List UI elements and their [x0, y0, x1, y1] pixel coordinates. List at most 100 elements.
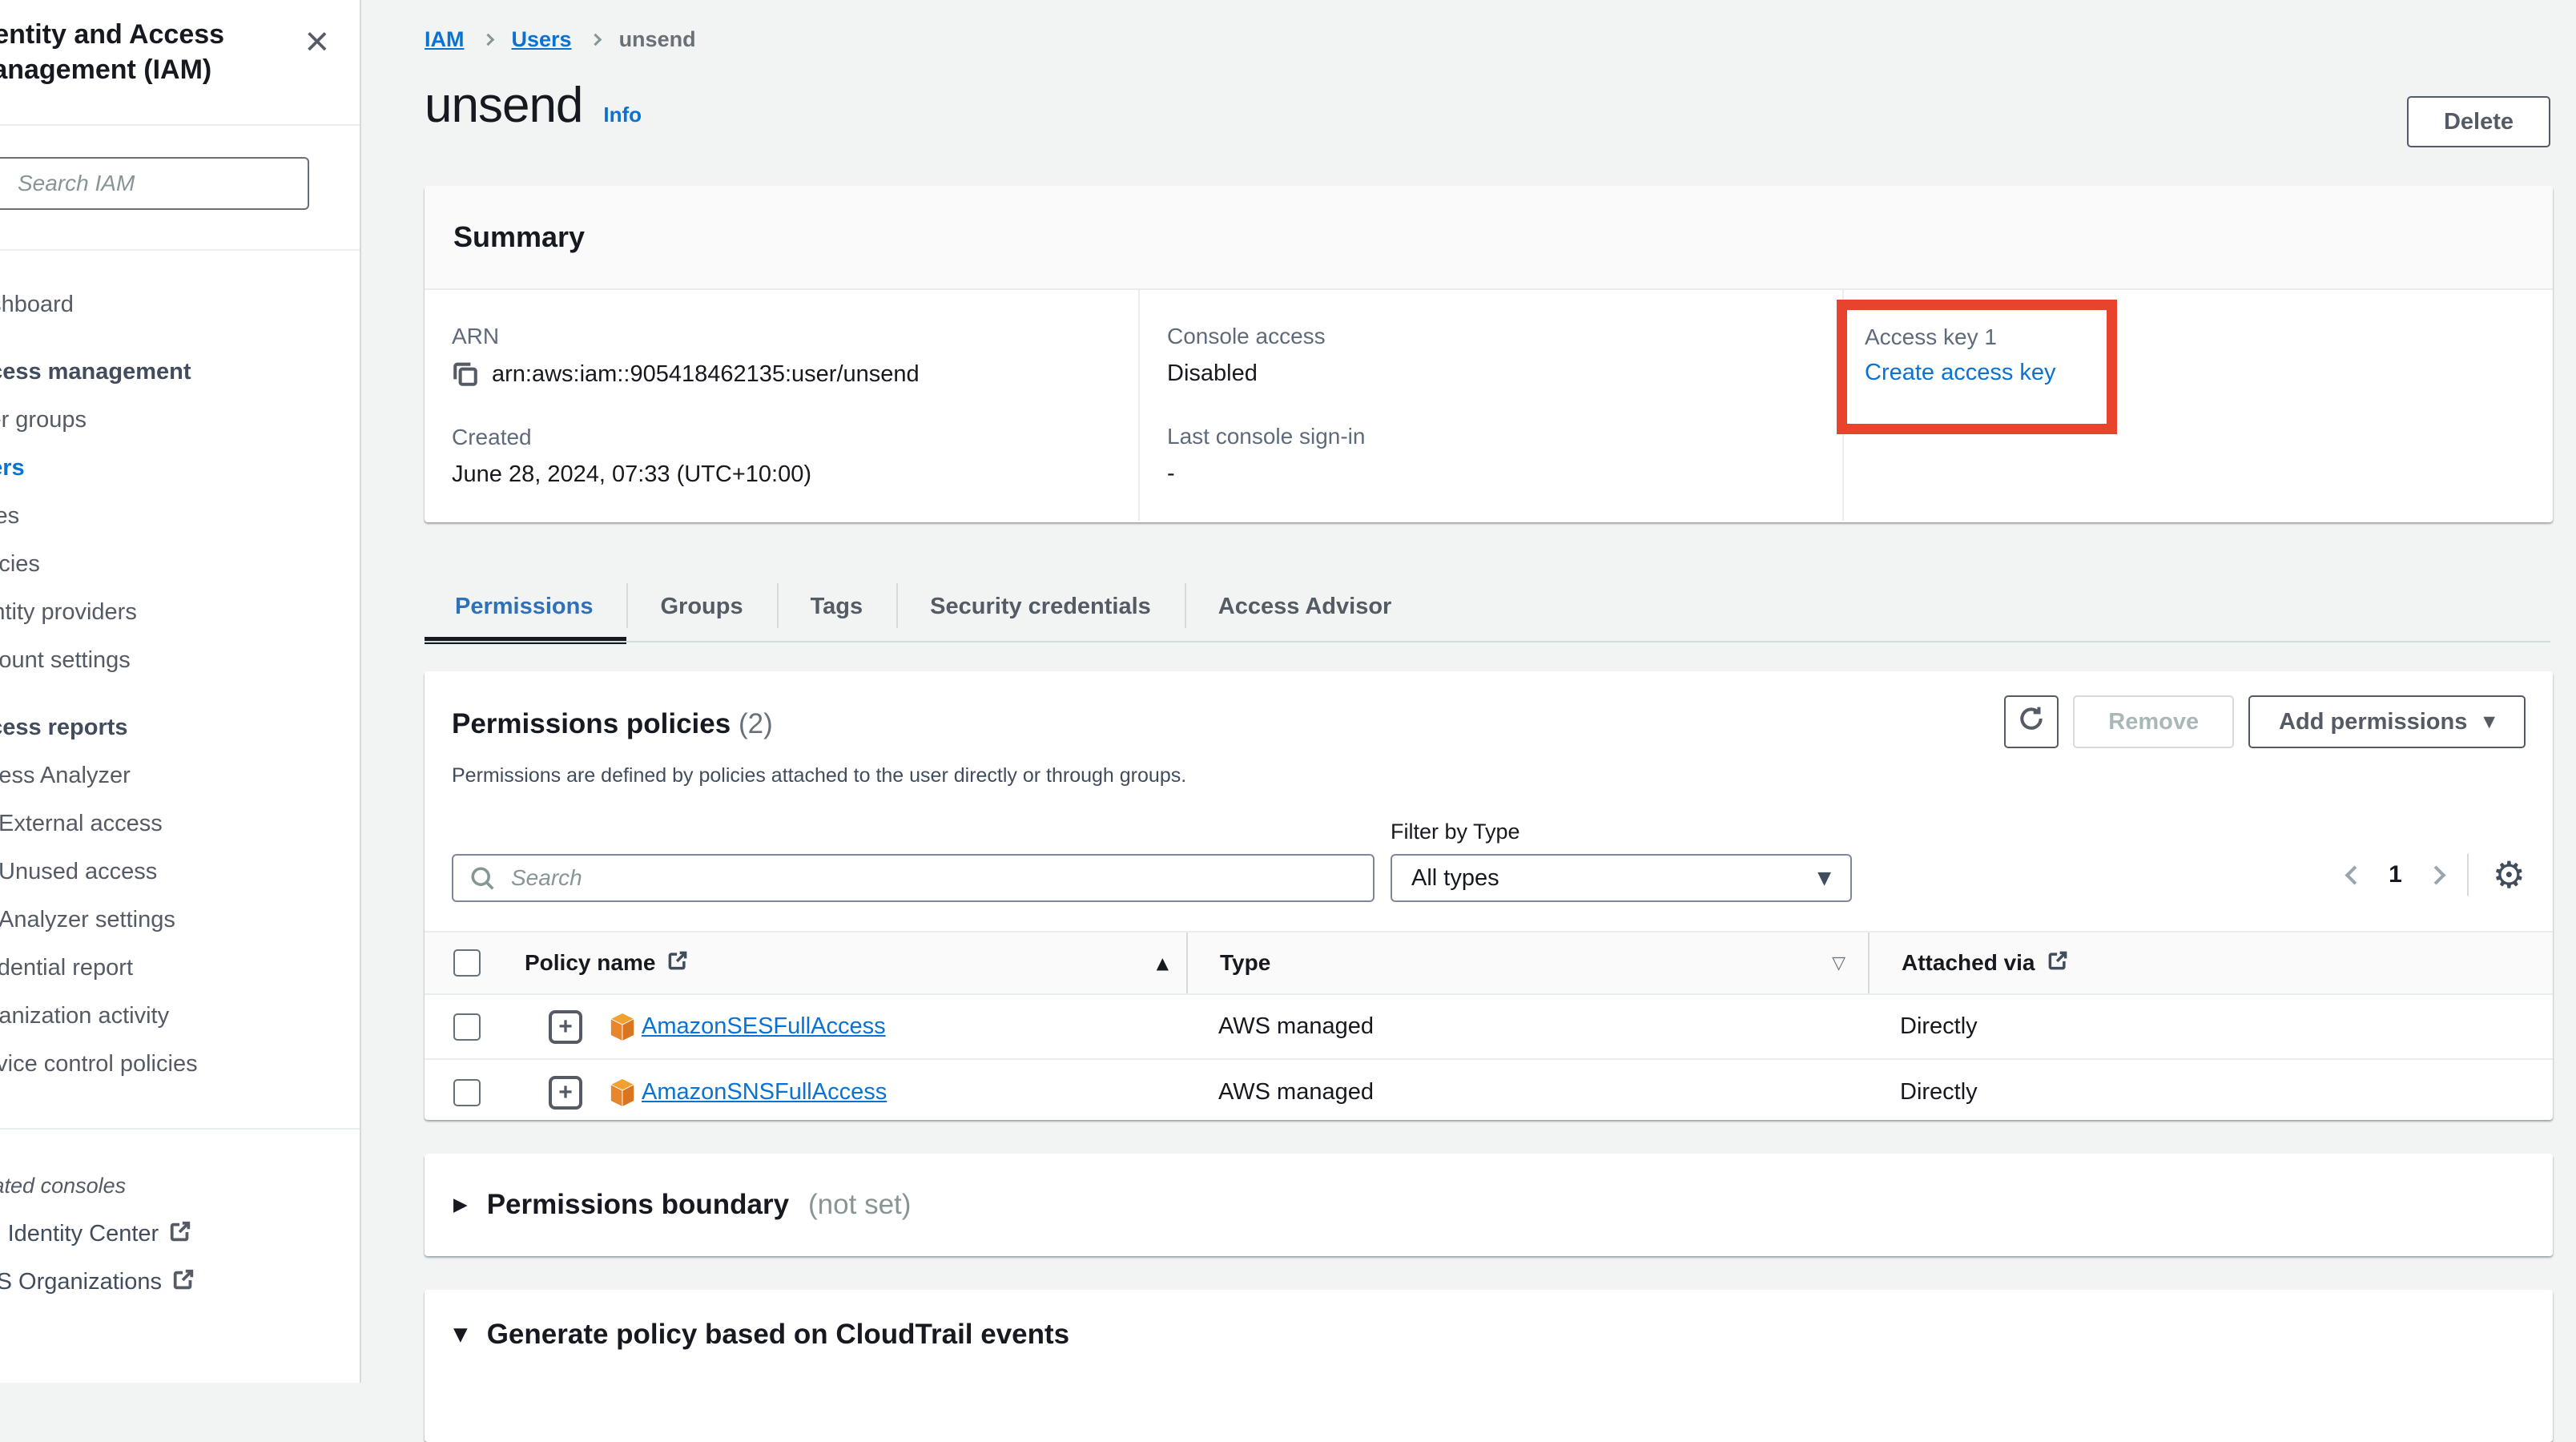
permissions-policies-card: Permissions policies (2) Remove Add perm…: [425, 671, 2553, 1120]
page-header: unsend Info: [425, 77, 642, 134]
policy-type: AWS managed: [1218, 1013, 1374, 1040]
table-row: + AmazonSNSFullAccess AWS managed Direct…: [425, 1060, 2553, 1125]
permissions-policies-description: Permissions are defined by policies atta…: [425, 764, 2553, 787]
external-link-icon: [168, 1212, 192, 1260]
sidebar-item-identity-providers[interactable]: Identity providers: [0, 588, 361, 636]
policy-link[interactable]: AmazonSNSFullAccess: [642, 1079, 887, 1106]
iam-sidebar: Identity and Access Management (IAM) × D…: [0, 0, 361, 1383]
policy-attached-via: Directly: [1900, 1013, 1978, 1040]
sidebar-item-credential-report[interactable]: Credential report: [0, 944, 361, 992]
main-content: IAM Users unsend unsend Info Delete Summ…: [363, 0, 2576, 1383]
chevron-down-icon: ▼: [2483, 713, 2495, 731]
arn-label: ARN: [452, 324, 1138, 349]
sort-ascending-icon[interactable]: ▲: [1157, 953, 1169, 973]
summary-header: Summary: [425, 186, 2553, 290]
sidebar-item-dashboard[interactable]: Dashboard: [0, 280, 361, 328]
sidebar-link-iam-identity-center[interactable]: IAM Identity Center: [0, 1210, 361, 1258]
generate-policy-card[interactable]: ▼ Generate policy based on CloudTrail ev…: [425, 1290, 2553, 1442]
console-access-value: Disabled: [1167, 360, 1842, 387]
sort-icon[interactable]: ▽: [1832, 953, 1845, 973]
page-number[interactable]: 1: [2389, 861, 2402, 888]
sidebar-title: Identity and Access Management (IAM): [0, 18, 346, 87]
sidebar-related-consoles: Related consoles IAM Identity Center AWS…: [0, 1162, 361, 1306]
filter-row: Filter by Type All types ▼ 1 ⚙: [425, 820, 2553, 902]
tab-access-advisor[interactable]: Access Advisor: [1185, 574, 1426, 639]
tab-security-credentials[interactable]: Security credentials: [896, 574, 1185, 639]
breadcrumb-users-link[interactable]: Users: [512, 27, 572, 52]
add-permissions-button[interactable]: Add permissions▼: [2248, 695, 2526, 748]
external-link-icon: [171, 1260, 195, 1308]
gear-icon[interactable]: ⚙: [2493, 856, 2526, 893]
search-icon: [469, 865, 495, 896]
sidebar-divider: [0, 249, 360, 251]
arn-value: arn:aws:iam::905418462135:user/unsend: [492, 361, 920, 388]
create-access-key-link[interactable]: Create access key: [1865, 360, 2056, 385]
info-link[interactable]: Info: [603, 103, 642, 127]
row-checkbox[interactable]: [453, 1079, 481, 1106]
summary-body: ARN arn:aws:iam::905418462135:user/unsen…: [425, 290, 2553, 521]
policy-attached-via: Directly: [1900, 1079, 1978, 1106]
detail-tabs: Permissions Groups Tags Security credent…: [425, 574, 1425, 639]
related-consoles-heading: Related consoles: [0, 1162, 361, 1210]
sidebar-item-access-analyzer[interactable]: Access Analyzer: [0, 751, 361, 800]
last-signin-field: Last console sign-in -: [1167, 424, 1842, 487]
pagination-divider: [2467, 854, 2469, 896]
copy-icon[interactable]: [452, 360, 479, 388]
policy-link[interactable]: AmazonSESFullAccess: [642, 1013, 886, 1040]
sidebar-item-account-settings[interactable]: Account settings: [0, 636, 361, 684]
next-page-icon[interactable]: [2426, 865, 2445, 884]
refresh-button[interactable]: [2004, 695, 2059, 748]
delete-button[interactable]: Delete: [2407, 96, 2550, 147]
previous-page-icon[interactable]: [2345, 865, 2365, 884]
created-label: Created: [452, 425, 1138, 450]
sidebar-item-user-groups[interactable]: User groups: [0, 396, 361, 444]
row-checkbox[interactable]: [453, 1013, 481, 1041]
sidebar-nav: Dashboard Access management User groups …: [0, 280, 361, 1088]
sidebar-divider: [0, 1128, 360, 1130]
breadcrumb-iam-link[interactable]: IAM: [425, 27, 465, 52]
sidebar-item-policies[interactable]: Policies: [0, 540, 361, 588]
arn-field: ARN arn:aws:iam::905418462135:user/unsen…: [452, 324, 1138, 388]
summary-card: Summary ARN arn:aws:iam::905418462135:us…: [425, 186, 2553, 522]
column-policy-name: Policy name: [525, 950, 655, 976]
pagination: 1 ⚙: [2348, 854, 2526, 902]
permissions-boundary-card[interactable]: ▶ Permissions boundary (not set): [425, 1154, 2553, 1256]
policy-search-input[interactable]: [452, 854, 1375, 902]
external-link-icon: [666, 949, 689, 977]
sidebar-item-organization-activity[interactable]: Organization activity: [0, 992, 361, 1040]
sidebar-item-external-access[interactable]: External access: [0, 800, 361, 848]
table-row: + AmazonSESFullAccess AWS managed Direct…: [425, 995, 2553, 1060]
breadcrumb-current: unsend: [619, 27, 696, 52]
refresh-icon: [2017, 704, 2046, 739]
close-icon[interactable]: ×: [305, 21, 329, 62]
select-all-checkbox[interactable]: [453, 949, 481, 977]
sidebar-link-aws-organizations[interactable]: AWS Organizations: [0, 1258, 361, 1306]
column-type: Type: [1220, 950, 1270, 976]
search-iam-input[interactable]: [0, 157, 309, 210]
managed-policy-icon: [608, 1077, 637, 1108]
policies-count: (2): [739, 708, 773, 739]
tab-groups[interactable]: Groups: [626, 574, 776, 639]
external-link-icon: [2047, 949, 2069, 977]
last-signin-value: -: [1167, 461, 1842, 487]
breadcrumb: IAM Users unsend: [425, 27, 696, 52]
access-key-label: Access key 1: [1865, 324, 2107, 350]
generate-policy-title: Generate policy based on CloudTrail even…: [487, 1319, 1069, 1351]
created-value: June 28, 2024, 07:33 (UTC+10:00): [452, 461, 1138, 488]
remove-button[interactable]: Remove: [2073, 695, 2234, 748]
sidebar-item-users[interactable]: Users: [0, 444, 361, 492]
expand-row-button[interactable]: +: [549, 1076, 582, 1110]
tab-permissions[interactable]: Permissions: [425, 574, 626, 639]
tab-tags[interactable]: Tags: [777, 574, 897, 639]
created-field: Created June 28, 2024, 07:33 (UTC+10:00): [452, 425, 1138, 488]
permissions-boundary-title: Permissions boundary: [487, 1189, 789, 1221]
filter-by-type-label: Filter by Type: [1391, 820, 1852, 844]
sidebar-item-unused-access[interactable]: Unused access: [0, 848, 361, 896]
sidebar-item-roles[interactable]: Roles: [0, 492, 361, 540]
sidebar-item-service-control-policies[interactable]: Service control policies: [0, 1040, 361, 1088]
expand-row-button[interactable]: +: [549, 1010, 582, 1044]
sidebar-item-analyzer-settings[interactable]: Analyzer settings: [0, 896, 361, 944]
sidebar-section-access-reports: Access reports: [0, 703, 361, 751]
sidebar-divider: [0, 124, 360, 126]
type-filter-select[interactable]: All types ▼: [1391, 854, 1852, 902]
